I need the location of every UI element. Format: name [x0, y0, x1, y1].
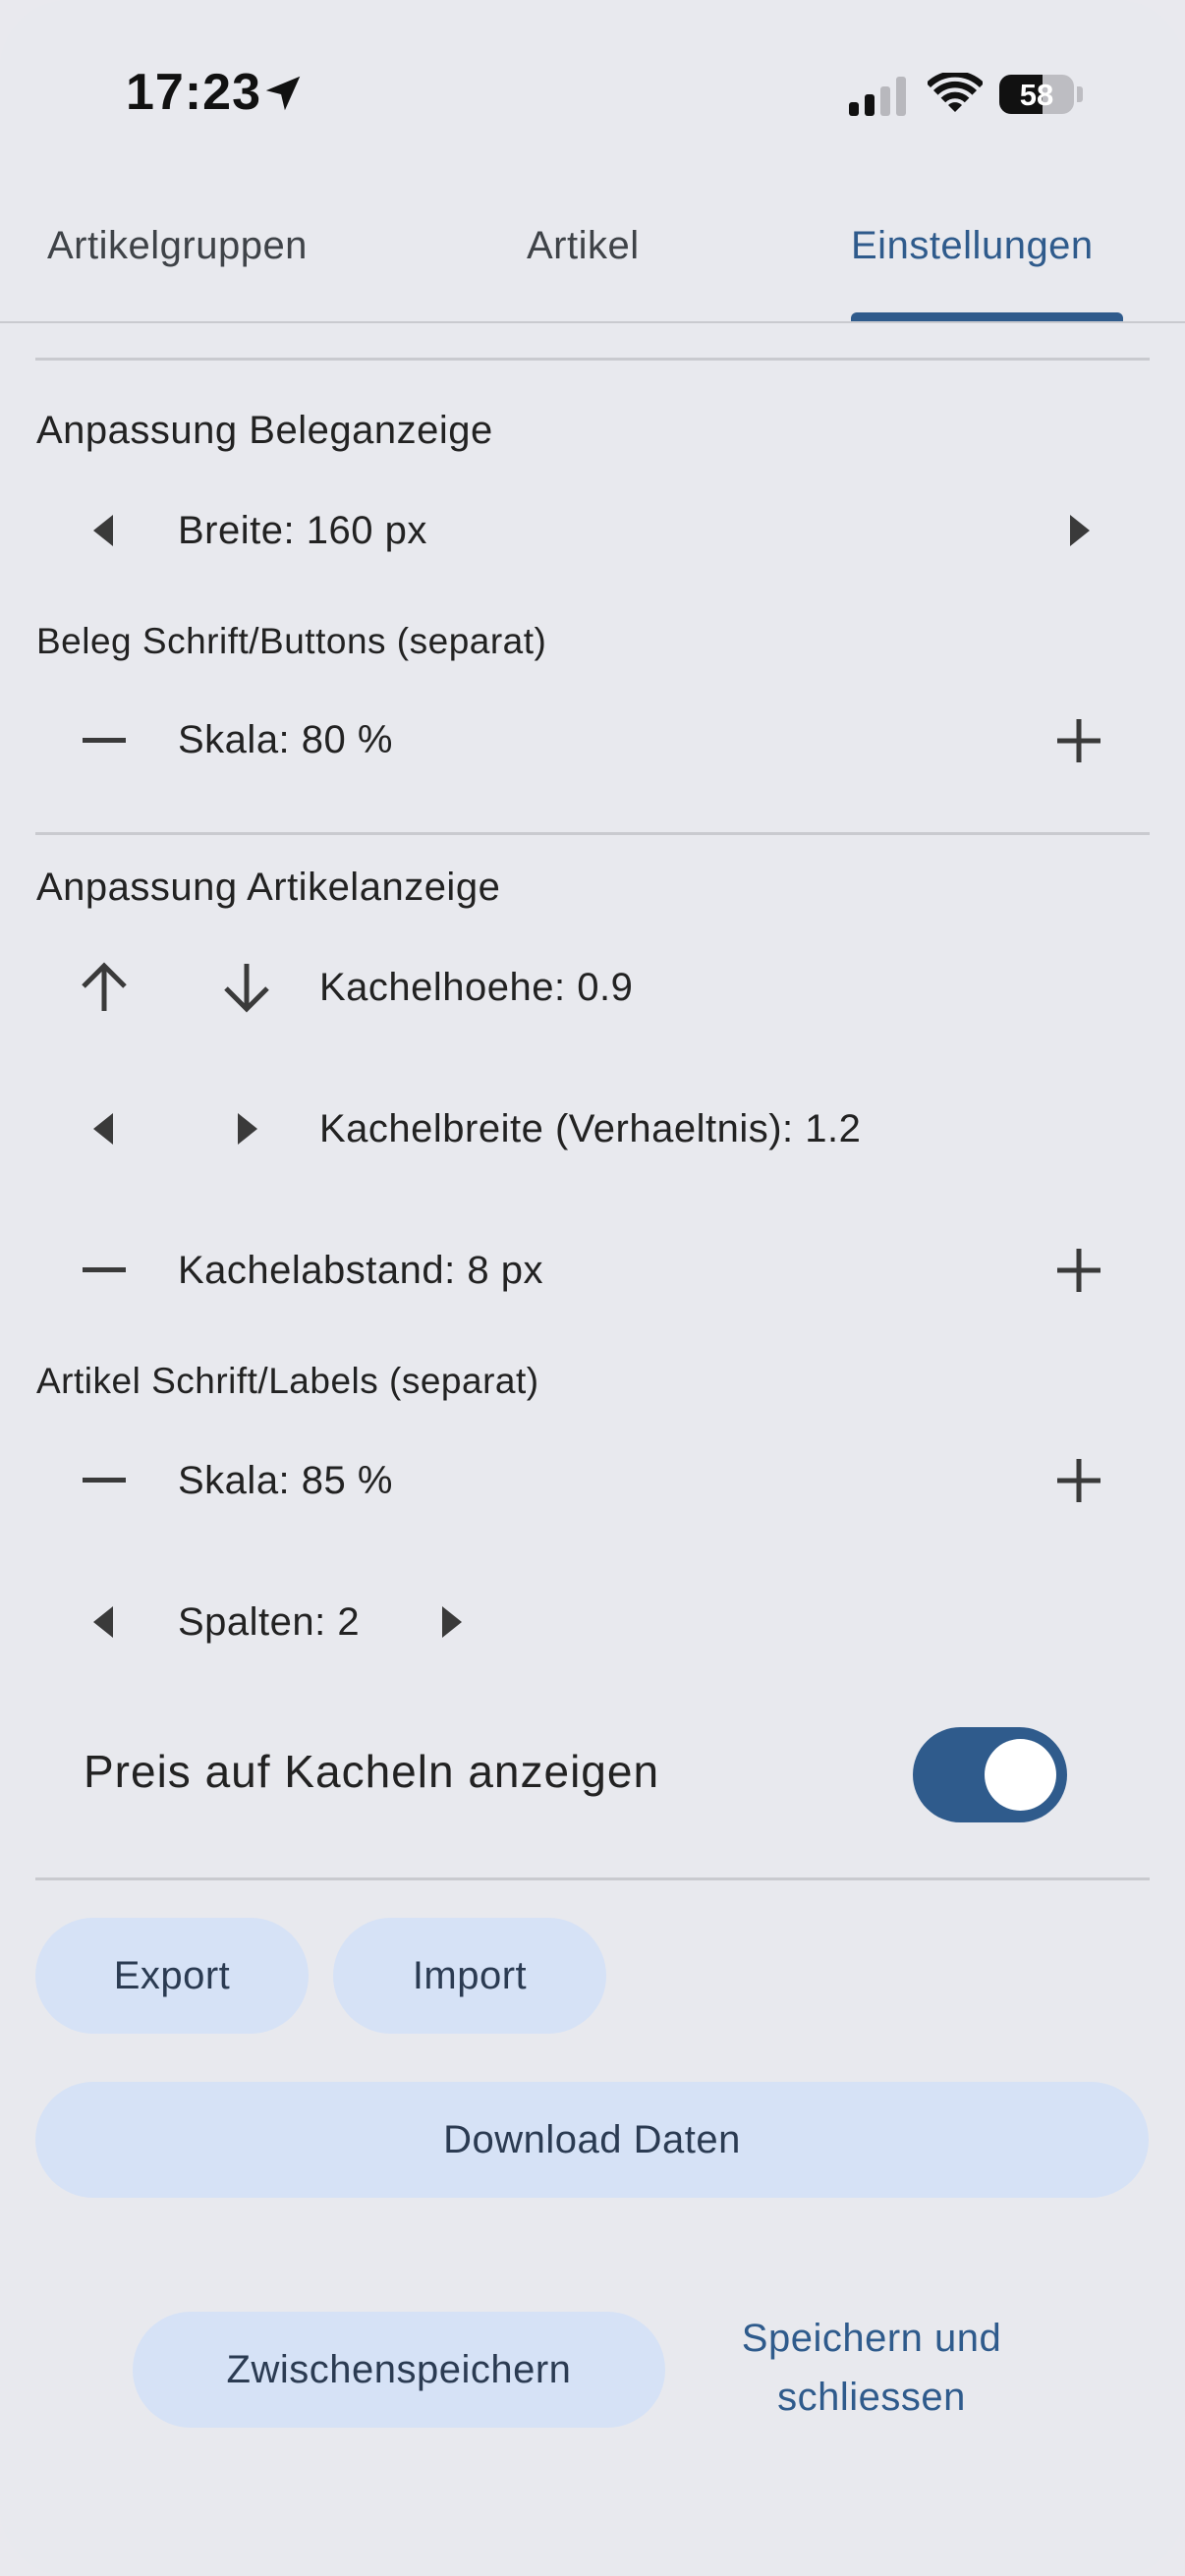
tile-height-increase-button[interactable]: [65, 948, 143, 1027]
triangle-left-icon: [93, 1113, 113, 1145]
wifi-icon: [928, 73, 983, 112]
plus-icon: [1057, 1249, 1100, 1292]
save-temp-button[interactable]: Zwischenspeichern: [133, 2312, 665, 2428]
article-scale-label: Skala: 85 %: [178, 1459, 393, 1502]
export-button[interactable]: Export: [35, 1918, 309, 2034]
active-tab-indicator: [851, 312, 1123, 321]
divider: [35, 358, 1150, 361]
tile-width-decrease-button[interactable]: [65, 1090, 143, 1168]
battery-percentage: 58: [1019, 78, 1054, 112]
save-and-close-line2: schliessen: [777, 2376, 966, 2419]
article-scale-decrease-button[interactable]: [65, 1441, 143, 1520]
columns-increase-button[interactable]: [412, 1583, 490, 1661]
plus-icon: [1057, 719, 1100, 762]
minus-icon: [83, 1478, 126, 1483]
triangle-right-icon: [238, 1113, 257, 1145]
tile-spacing-decrease-button[interactable]: [65, 1231, 143, 1310]
tile-width-increase-button[interactable]: [207, 1090, 286, 1168]
arrow-up-icon: [82, 962, 127, 1011]
width-increase-button[interactable]: [1040, 491, 1118, 570]
save-and-close-line1: Speichern und: [741, 2317, 1002, 2360]
arrow-down-icon: [224, 964, 269, 1013]
minus-icon: [83, 738, 126, 743]
width-decrease-button[interactable]: [65, 491, 143, 570]
minus-icon: [83, 1267, 126, 1272]
receipt-font-title: Beleg Schrift/Buttons (separat): [36, 621, 547, 661]
show-price-label: Preis auf Kacheln anzeigen: [84, 1746, 660, 1797]
article-font-title: Artikel Schrift/Labels (separat): [36, 1361, 539, 1401]
columns-label: Spalten: 2: [178, 1600, 361, 1644]
settings-screen: 17:23 58 Artikelgruppen Artikel Einstell…: [0, 0, 1185, 2576]
tile-height-label: Kachelhoehe: 0.9: [319, 966, 634, 1009]
article-scale-increase-button[interactable]: [1040, 1441, 1118, 1520]
location-arrow-icon: [265, 76, 301, 111]
signal-icon: [849, 77, 906, 116]
receipt-scale-increase-button[interactable]: [1040, 701, 1118, 780]
receipt-scale-label: Skala: 80 %: [178, 718, 393, 761]
import-button[interactable]: Import: [333, 1918, 606, 2034]
tab-artikel[interactable]: Artikel: [527, 224, 640, 268]
tile-width-label: Kachelbreite (Verhaeltnis): 1.2: [319, 1107, 862, 1150]
triangle-left-icon: [93, 1606, 113, 1638]
receipt-scale-decrease-button[interactable]: [65, 701, 143, 780]
show-price-toggle[interactable]: [913, 1727, 1067, 1822]
tabs-divider: [0, 321, 1185, 323]
download-data-button[interactable]: Download Daten: [35, 2082, 1149, 2198]
save-and-close-button[interactable]: Speichern und schliessen: [707, 2309, 1036, 2427]
battery-icon: 58: [999, 75, 1074, 114]
section-title-beleganzeige: Anpassung Beleganzeige: [36, 409, 493, 452]
columns-decrease-button[interactable]: [65, 1583, 143, 1661]
triangle-left-icon: [93, 515, 113, 546]
toggle-knob: [985, 1739, 1056, 1811]
divider: [35, 832, 1150, 835]
section-title-artikelanzeige: Anpassung Artikelanzeige: [36, 866, 501, 909]
tile-height-decrease-button[interactable]: [207, 948, 286, 1027]
divider: [35, 1877, 1150, 1880]
tile-spacing-label: Kachelabstand: 8 px: [178, 1249, 543, 1292]
plus-icon: [1057, 1459, 1100, 1502]
status-time: 17:23: [126, 64, 261, 121]
tile-spacing-increase-button[interactable]: [1040, 1231, 1118, 1310]
battery-cap: [1077, 86, 1083, 102]
receipt-width-label: Breite: 160 px: [178, 509, 427, 552]
triangle-right-icon: [442, 1606, 462, 1638]
triangle-right-icon: [1070, 515, 1090, 546]
tab-artikelgruppen[interactable]: Artikelgruppen: [47, 224, 352, 268]
tab-einstellungen[interactable]: Einstellungen: [851, 224, 1094, 268]
